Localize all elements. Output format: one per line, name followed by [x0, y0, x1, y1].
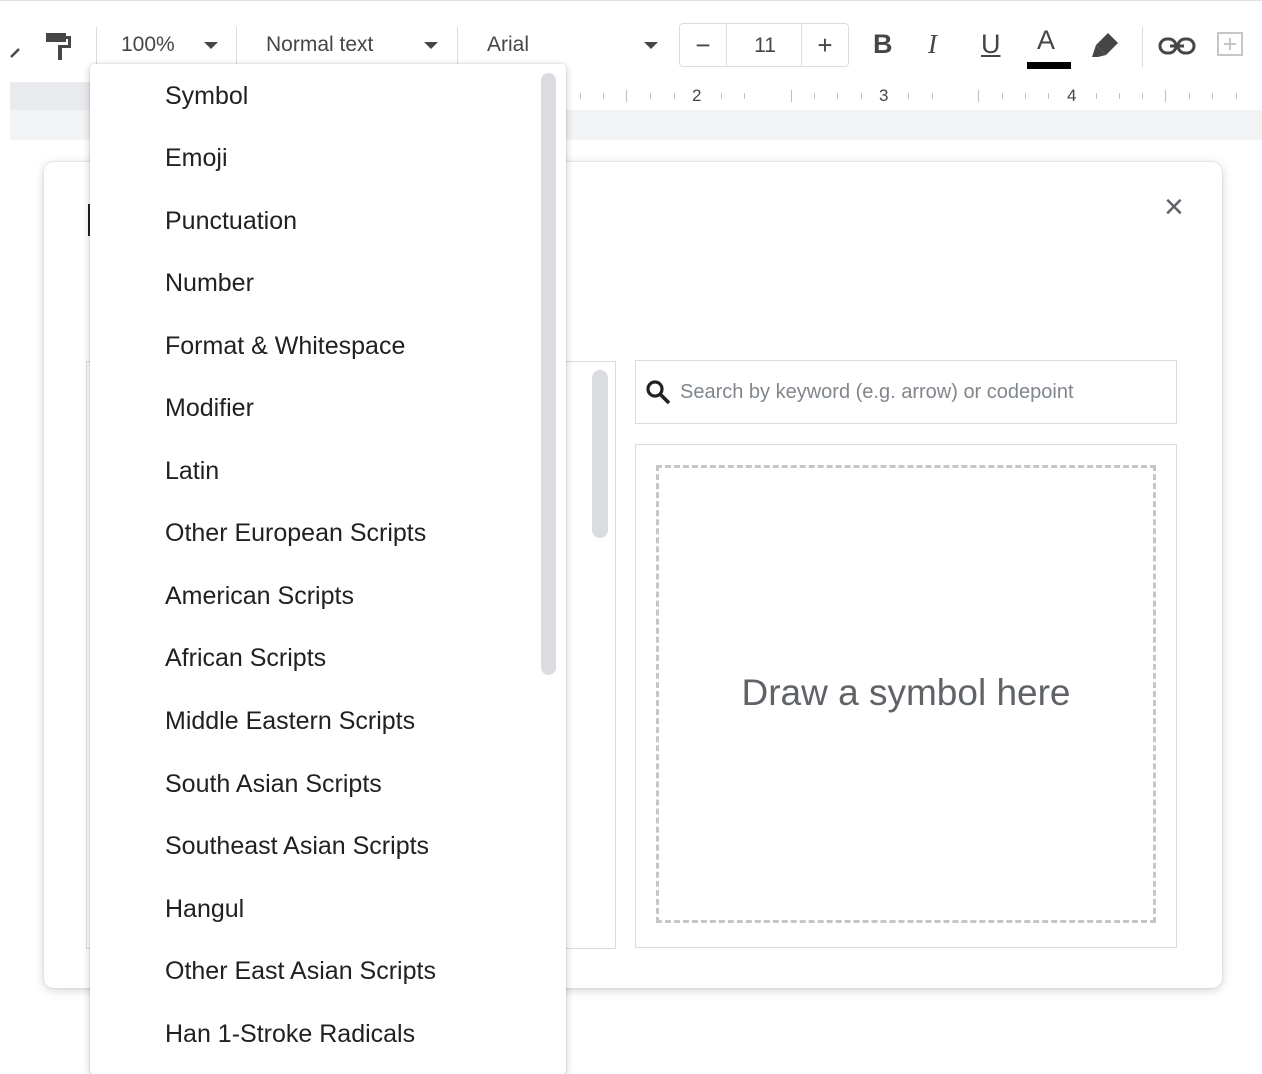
menu-item-symbol[interactable]: Symbol — [165, 82, 248, 111]
zoom-select[interactable]: 100% — [121, 33, 175, 57]
menu-item-american-scripts[interactable]: American Scripts — [165, 582, 354, 611]
italic-button[interactable]: I — [928, 29, 937, 60]
toolbar-separator — [1142, 27, 1143, 67]
paint-format-icon[interactable] — [44, 31, 74, 61]
decrease-font-size-button[interactable]: − — [680, 24, 727, 66]
partial-tool-icon[interactable] — [8, 45, 22, 59]
font-size-stepper: − 11 + — [679, 23, 849, 67]
toolbar-separator — [236, 27, 237, 67]
draw-hint: Draw a symbol here — [741, 672, 1071, 713]
search-box — [635, 360, 1177, 424]
link-icon[interactable] — [1158, 33, 1198, 59]
style-select[interactable]: Normal text — [266, 33, 373, 57]
menu-item-latin[interactable]: Latin — [165, 457, 219, 486]
chevron-down-icon[interactable] — [204, 42, 218, 49]
category-dropdown-menu: Symbol Emoji Punctuation Number Format &… — [90, 64, 566, 1074]
menu-item-south-asian-scripts[interactable]: South Asian Scripts — [165, 770, 382, 799]
ruler-label: 2 — [692, 86, 702, 105]
menu-item-other-east-asian-scripts[interactable]: Other East Asian Scripts — [165, 957, 436, 986]
menu-item-hangul[interactable]: Hangul — [165, 895, 244, 924]
chevron-down-icon[interactable] — [644, 42, 658, 49]
menu-item-other-european-scripts[interactable]: Other European Scripts — [165, 519, 426, 548]
character-grid-scrollbar[interactable] — [592, 370, 608, 538]
menu-item-middle-eastern-scripts[interactable]: Middle Eastern Scripts — [165, 707, 415, 736]
menu-item-format-whitespace[interactable]: Format & Whitespace — [165, 332, 405, 361]
menu-item-punctuation[interactable]: Punctuation — [165, 207, 297, 236]
menu-item-han-1-stroke-radicals[interactable]: Han 1-Stroke Radicals — [165, 1020, 415, 1049]
ruler-label: 4 — [1067, 86, 1077, 105]
menu-item-emoji[interactable]: Emoji — [165, 144, 228, 173]
font-size-input[interactable]: 11 — [727, 24, 803, 66]
text-color-swatch — [1027, 62, 1071, 69]
draw-canvas[interactable]: Draw a symbol here — [656, 465, 1156, 923]
ruler[interactable]: 2 3 4 — [566, 82, 1262, 111]
menu-item-african-scripts[interactable]: African Scripts — [165, 644, 326, 673]
toolbar-separator — [96, 27, 97, 67]
search-input[interactable] — [678, 371, 1162, 413]
highlight-color-icon[interactable] — [1090, 29, 1122, 61]
toolbar-separator — [457, 27, 458, 67]
menu-item-southeast-asian-scripts[interactable]: Southeast Asian Scripts — [165, 832, 429, 861]
add-comment-icon[interactable] — [1216, 31, 1246, 61]
chevron-down-icon[interactable] — [424, 42, 438, 49]
menu-item-number[interactable]: Number — [165, 269, 254, 298]
ruler-label: 3 — [879, 86, 889, 105]
underline-button[interactable]: U — [981, 29, 1001, 60]
font-select[interactable]: Arial — [487, 33, 529, 57]
text-color-button[interactable]: A — [1037, 25, 1055, 56]
search-icon — [646, 380, 671, 405]
increase-font-size-button[interactable]: + — [801, 24, 848, 66]
close-icon[interactable]: × — [1164, 190, 1184, 224]
bold-button[interactable]: B — [873, 29, 893, 60]
menu-item-modifier[interactable]: Modifier — [165, 394, 254, 423]
dropdown-scrollbar[interactable] — [541, 73, 556, 675]
